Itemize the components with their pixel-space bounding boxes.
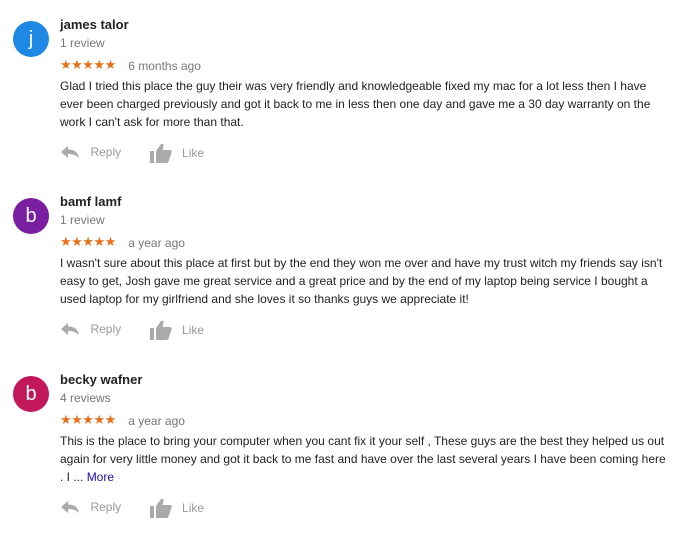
review-text-body: I wasn't sure about this place at first … [60,256,663,306]
review-item: b bamf lamf 1 review ★★★★★ a year ago I … [0,194,674,364]
reviewer-name[interactable]: becky wafner [60,372,142,388]
reply-icon [61,145,79,158]
review-text-body: Glad I tried this place the guy their wa… [60,79,651,129]
review-text-body: This is the place to bring your computer… [60,434,666,484]
review-item: b becky wafner 4 reviews ★★★★★ a year ag… [0,372,674,542]
thumbs-up-icon [149,498,172,518]
reply-icon [61,322,79,335]
review-text: This is the place to bring your computer… [60,432,668,486]
thumbs-up-icon [149,143,172,163]
review-date: a year ago [128,236,185,250]
review-text: I wasn't sure about this place at first … [60,254,668,308]
like-button[interactable]: Like [149,143,205,167]
star-rating: ★★★★★ [60,58,116,73]
review-actions: Reply Like [60,320,204,344]
review-count: 1 review [60,213,105,227]
review-date: 6 months ago [128,59,201,73]
avatar[interactable]: b [13,198,49,234]
like-button[interactable]: Like [149,320,205,344]
reply-label: Reply [90,144,122,159]
reviewer-name[interactable]: james talor [60,17,129,33]
reply-button[interactable]: Reply [60,498,121,522]
reviews-list: j james talor 1 review ★★★★★ 6 months ag… [0,0,674,544]
reply-label: Reply [90,499,122,514]
reviewer-name[interactable]: bamf lamf [60,194,121,210]
review-actions: Reply Like [60,498,204,522]
avatar[interactable]: j [13,21,49,57]
review-text: Glad I tried this place the guy their wa… [60,77,668,131]
star-rating: ★★★★★ [60,413,116,428]
review-date: a year ago [128,414,185,428]
reply-icon [61,500,79,513]
reply-button[interactable]: Reply [60,143,121,167]
more-link[interactable]: More [87,470,114,484]
review-item: j james talor 1 review ★★★★★ 6 months ag… [0,17,674,187]
avatar[interactable]: b [13,376,49,412]
reply-label: Reply [90,321,122,336]
thumbs-up-icon [149,320,172,340]
reply-button[interactable]: Reply [60,320,121,344]
like-label: Like [182,146,205,160]
review-actions: Reply Like [60,143,204,167]
like-button[interactable]: Like [149,498,205,522]
review-count: 1 review [60,36,105,50]
like-label: Like [182,501,205,515]
star-rating: ★★★★★ [60,235,116,250]
like-label: Like [182,323,205,337]
review-count: 4 reviews [60,391,111,405]
rating-row: ★★★★★ a year ago [60,413,185,429]
rating-row: ★★★★★ 6 months ago [60,58,201,74]
rating-row: ★★★★★ a year ago [60,235,185,251]
